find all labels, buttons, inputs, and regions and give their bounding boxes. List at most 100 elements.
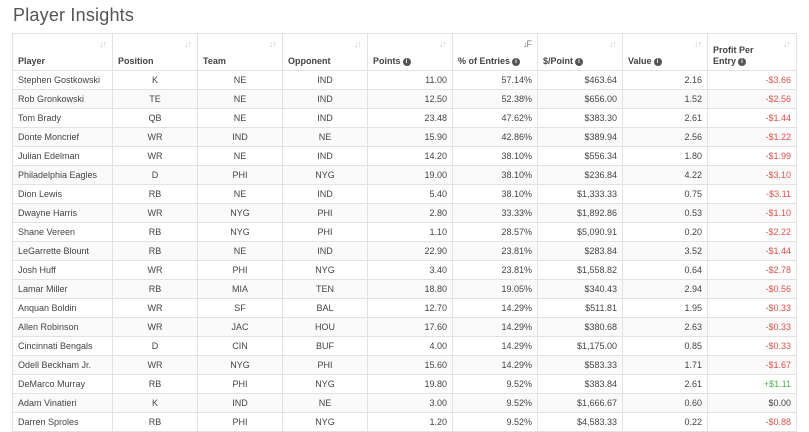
value-cell: 0.85 [622, 336, 708, 356]
per-point-cell: $1,175.00 [537, 336, 623, 356]
value-cell: 1.95 [622, 298, 708, 318]
player-name-cell: Julian Edelman [12, 146, 113, 166]
opponent-cell: NYG [282, 412, 368, 432]
points-cell: 1.20 [367, 412, 453, 432]
sort-icon[interactable]: ↓↑ [269, 39, 277, 49]
value-cell: 0.53 [622, 203, 708, 223]
info-icon[interactable]: i [575, 57, 584, 66]
opponent-cell: IND [282, 89, 368, 109]
team-cell: PHI [197, 260, 283, 280]
profit-cell: +$1.11 [707, 374, 797, 394]
table-row: Darren Sproles RB PHI NYG 1.20 9.52% $4,583.33… [12, 412, 797, 432]
opponent-cell: IND [282, 70, 368, 90]
profit-cell: -$1.44 [707, 241, 797, 261]
player-name-cell: Tom Brady [12, 108, 113, 128]
value-cell: 2.94 [622, 279, 708, 299]
per-point-cell: $1,892.86 [537, 203, 623, 223]
entries-cell: 38.10% [452, 146, 538, 166]
team-cell: MIA [197, 279, 283, 299]
sort-icon[interactable]: ↓↑ [354, 39, 362, 49]
profit-cell: -$2.56 [707, 89, 797, 109]
profit-cell: -$2.22 [707, 222, 797, 242]
per-point-cell: $1,666.67 [537, 393, 623, 413]
column-header-points[interactable]: Points i ↓↑ [367, 33, 453, 71]
profit-cell: -$1.99 [707, 146, 797, 166]
opponent-cell: IND [282, 184, 368, 204]
player-name-cell: Dwayne Harris [12, 203, 113, 223]
team-cell: PHI [197, 165, 283, 185]
position-cell: RB [112, 241, 198, 261]
column-header-value[interactable]: Value i ↓↑ [622, 33, 708, 71]
column-header-entries[interactable]: % of Entries i ↓F [452, 33, 538, 71]
position-cell: WR [112, 298, 198, 318]
info-icon[interactable]: i [402, 57, 411, 66]
column-header-profit[interactable]: Profit Per Entry i ↓↑ [707, 33, 797, 71]
column-header-team[interactable]: Team ↓↑ [197, 33, 283, 71]
position-cell: K [112, 70, 198, 90]
sort-icon[interactable]: ↓↑ [694, 39, 702, 49]
player-insights-table: Player ↓↑ Position ↓↑ Team ↓↑ Opponent ↓↑ Po… [12, 33, 797, 432]
sort-icon[interactable]: ↓↑ [99, 39, 107, 49]
value-cell: 2.61 [622, 374, 708, 394]
value-cell: 0.64 [622, 260, 708, 280]
team-cell: NE [197, 146, 283, 166]
page-title: Player Insights [13, 5, 135, 25]
table-row: Donte Moncrief WR IND NE 15.90 42.86% $389.94 2… [12, 127, 797, 147]
opponent-cell: HOU [282, 317, 368, 337]
info-icon[interactable]: i [738, 57, 747, 66]
team-cell: NYG [197, 203, 283, 223]
column-header-per-point[interactable]: $/Point i ↓↑ [537, 33, 623, 71]
info-icon[interactable]: i [512, 57, 521, 66]
opponent-cell: IND [282, 108, 368, 128]
profit-cell: -$0.33 [707, 336, 797, 356]
player-name-cell: Darren Sproles [12, 412, 113, 432]
column-header-opponent[interactable]: Opponent ↓↑ [282, 33, 368, 71]
per-point-cell: $383.84 [537, 374, 623, 394]
points-cell: 12.50 [367, 89, 453, 109]
profit-cell: -$3.10 [707, 165, 797, 185]
team-cell: IND [197, 127, 283, 147]
per-point-cell: $463.64 [537, 70, 623, 90]
entries-cell: 9.52% [452, 393, 538, 413]
table-row: Anquan Boldin WR SF BAL 12.70 14.29% $511.81 1.… [12, 298, 797, 318]
table-row: Dion Lewis RB NE IND 5.40 38.10% $1,333.33 0.75… [12, 184, 797, 204]
per-point-cell: $556.34 [537, 146, 623, 166]
entries-cell: 23.81% [452, 241, 538, 261]
sort-icon[interactable]: ↓↑ [609, 39, 617, 49]
column-header-player[interactable]: Player ↓↑ [12, 33, 113, 71]
points-cell: 12.70 [367, 298, 453, 318]
profit-cell: -$1.22 [707, 127, 797, 147]
position-cell: TE [112, 89, 198, 109]
points-cell: 1.10 [367, 222, 453, 242]
table-row: Cincinnati Bengals D CIN BUF 4.00 14.29% $1,17… [12, 336, 797, 356]
entries-cell: 14.29% [452, 317, 538, 337]
position-cell: QB [112, 108, 198, 128]
per-point-cell: $511.81 [537, 298, 623, 318]
per-point-cell: $380.68 [537, 317, 623, 337]
entries-cell: 14.29% [452, 336, 538, 356]
sort-icon[interactable]: ↓↑ [184, 39, 192, 49]
points-cell: 3.40 [367, 260, 453, 280]
value-cell: 2.56 [622, 127, 708, 147]
entries-cell: 14.29% [452, 298, 538, 318]
info-icon[interactable]: i [653, 57, 662, 66]
sort-desc-icon[interactable]: ↓F [523, 39, 532, 49]
entries-cell: 38.10% [452, 184, 538, 204]
player-name-cell: Adam Vinatieri [12, 393, 113, 413]
points-cell: 4.00 [367, 336, 453, 356]
player-name-cell: Odell Beckham Jr. [12, 355, 113, 375]
header-label: Profit Per [713, 45, 754, 55]
value-cell: 4.22 [622, 165, 708, 185]
opponent-cell: PHI [282, 222, 368, 242]
entries-cell: 19.05% [452, 279, 538, 299]
column-header-position[interactable]: Position ↓↑ [112, 33, 198, 71]
opponent-cell: NYG [282, 374, 368, 394]
points-cell: 15.60 [367, 355, 453, 375]
table-row: Rob Gronkowski TE NE IND 12.50 52.38% $656.00 1… [12, 89, 797, 109]
points-cell: 19.80 [367, 374, 453, 394]
sort-icon[interactable]: ↓↑ [783, 39, 791, 49]
opponent-cell: PHI [282, 203, 368, 223]
entries-cell: 47.62% [452, 108, 538, 128]
sort-icon[interactable]: ↓↑ [439, 39, 447, 49]
header-label: Points [373, 56, 401, 66]
